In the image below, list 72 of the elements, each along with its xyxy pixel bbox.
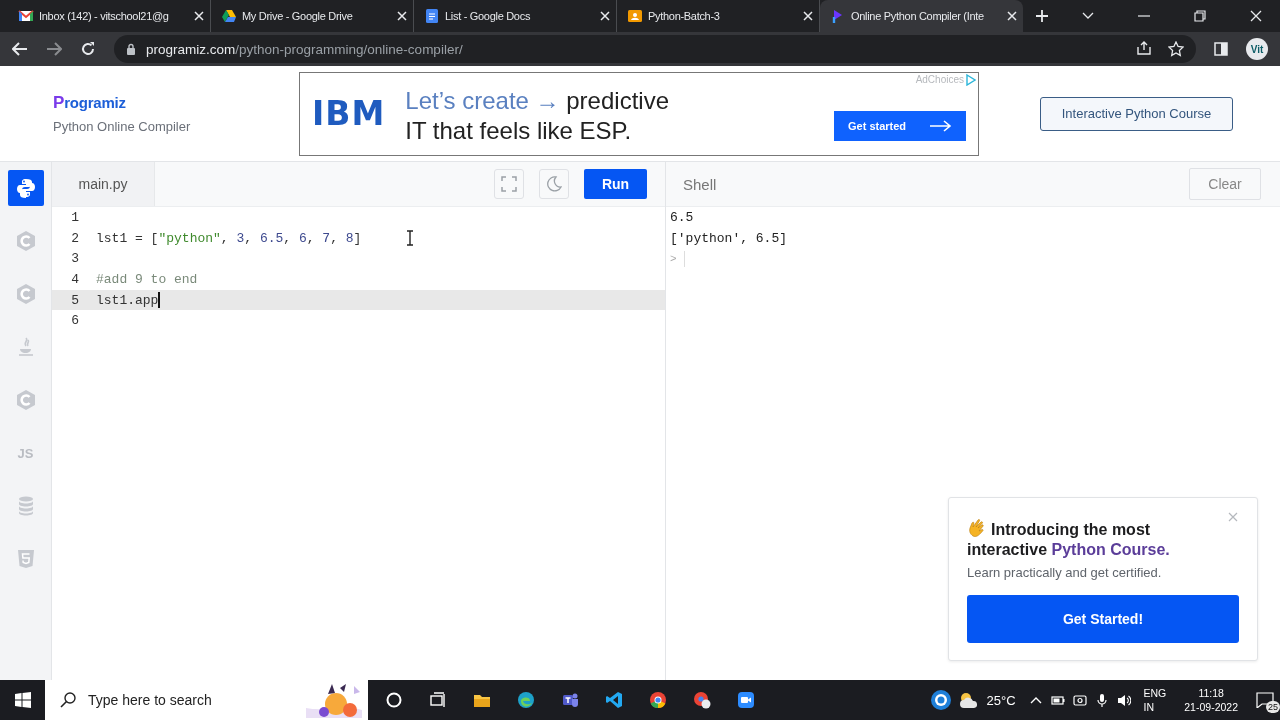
browser-tab[interactable]: Online Python Compiler (Inte	[820, 0, 1023, 32]
reload-icon[interactable]	[80, 41, 96, 57]
temperature-text: 25°C	[986, 692, 1016, 708]
search-icon	[60, 692, 76, 708]
code-line: #add 9 to end	[96, 271, 198, 287]
shell-title: Shell	[683, 175, 717, 193]
edge-browser-icon[interactable]	[517, 691, 535, 709]
text-caret	[158, 292, 160, 309]
output-line: 6.5	[670, 208, 695, 227]
dropdown-icon[interactable]	[1082, 12, 1094, 20]
programiz-logo[interactable]: Programiz	[53, 93, 246, 113]
line-number: 1	[70, 209, 79, 225]
notification-count: 25	[1266, 701, 1280, 713]
code-line: lst1.app	[96, 292, 159, 308]
teams-icon[interactable]	[561, 691, 579, 709]
file-tab[interactable]: main.py	[52, 162, 155, 206]
language-indicator[interactable]: ENG IN	[1143, 686, 1167, 714]
promo-text: Learn practically and get certified.	[967, 565, 1163, 580]
lock-icon	[126, 43, 136, 55]
output-line: ['python', 6.5]	[670, 229, 789, 248]
code-editor-icon[interactable]	[605, 691, 623, 709]
docs-favicon-icon	[424, 8, 440, 24]
sidebar-icon[interactable]	[1214, 42, 1228, 56]
microphone-icon[interactable]	[1094, 692, 1109, 708]
course-button[interactable]: Interactive Python Course	[1040, 96, 1233, 131]
taskbar-search-field[interactable]: Type here to search	[45, 680, 368, 720]
new-tab-icon[interactable]	[1035, 9, 1049, 23]
line-number: 4	[70, 271, 79, 287]
ad-headline: Let’s create → predictive IT that feels like ESP.	[405, 85, 669, 146]
camera-icon[interactable]	[1072, 692, 1087, 708]
help-icon[interactable]	[930, 689, 953, 711]
chrome-icon[interactable]	[649, 691, 667, 709]
restore-icon[interactable]	[1194, 10, 1206, 22]
cortana-icon[interactable]	[385, 691, 403, 709]
promo-title: Introducing the most interactive Python Course.	[967, 518, 1182, 560]
line-number: 5	[70, 292, 79, 308]
address-field[interactable]: programiz.com/python-programming/online-compiler/	[114, 35, 1196, 63]
chrome-profile-icon[interactable]	[693, 691, 711, 709]
share-icon[interactable]	[1136, 41, 1152, 55]
python-logo-icon[interactable]	[14, 177, 37, 199]
adchoices-icon	[966, 73, 976, 86]
get-started-button[interactable]: Get Started!	[967, 595, 1239, 643]
run-button[interactable]: Run	[584, 169, 647, 199]
gmail-favicon-icon	[18, 8, 34, 24]
arrow-icon	[930, 119, 952, 132]
notification-button[interactable]: 25	[1250, 685, 1280, 715]
speaker-icon[interactable]	[1116, 692, 1131, 708]
task-view-icon[interactable]	[429, 691, 447, 709]
brand-logo: IBM	[312, 94, 386, 133]
text-cursor-icon	[406, 230, 414, 246]
fullscreen-icon	[501, 176, 517, 192]
line-number: 6	[70, 313, 79, 329]
slides-favicon-icon	[627, 8, 643, 24]
star-icon[interactable]	[1168, 41, 1184, 57]
code-line: lst1 = ["python", 3, 6.5, 6, 7, 8]	[96, 230, 362, 246]
search-input[interactable]: Type here to search	[86, 691, 290, 709]
clock[interactable]: 11:18 21-09-2022	[1184, 686, 1238, 714]
line-number: 3	[70, 251, 79, 267]
prompt-symbol: >	[670, 252, 677, 265]
input-caret	[683, 250, 685, 267]
video-camera-icon[interactable]	[737, 691, 755, 709]
line-number: 2	[70, 230, 79, 246]
waving-hand-icon	[967, 518, 987, 538]
windows-start-icon[interactable]	[15, 692, 31, 708]
back-icon[interactable]	[12, 42, 28, 56]
moon-icon	[546, 176, 562, 192]
language-tab[interactable]	[7, 170, 44, 206]
get-started-button[interactable]: Get started	[834, 110, 966, 141]
site-subtitle: Python Online Compiler	[53, 119, 192, 134]
drive-favicon-icon	[221, 8, 237, 24]
profile-avatar[interactable]: Vit	[1246, 38, 1268, 60]
forward-icon[interactable]	[46, 42, 62, 56]
